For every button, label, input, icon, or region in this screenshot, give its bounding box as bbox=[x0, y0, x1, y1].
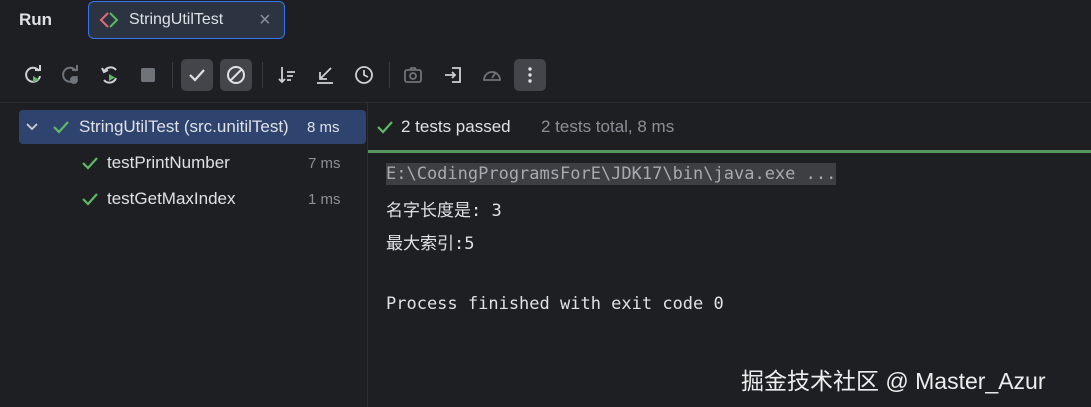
gauge-icon bbox=[483, 71, 501, 81]
check-icon bbox=[82, 157, 98, 170]
more-vertical-icon bbox=[528, 67, 532, 83]
tab-label: StringUtilTest bbox=[129, 11, 224, 28]
history-button[interactable] bbox=[348, 59, 380, 91]
toolbar-separator bbox=[389, 62, 390, 88]
history-icon bbox=[355, 66, 373, 84]
tab-stringutiltest[interactable]: StringUtilTest × bbox=[88, 1, 285, 39]
run-toolbar bbox=[0, 56, 1091, 96]
show-ignored-button[interactable] bbox=[220, 59, 252, 91]
stop-icon bbox=[141, 68, 155, 82]
tree-time: 7 ms bbox=[308, 155, 341, 172]
check-icon bbox=[189, 69, 205, 82]
ignored-icon bbox=[227, 66, 245, 84]
check-icon bbox=[377, 121, 393, 134]
chevron-down-icon[interactable] bbox=[25, 120, 39, 134]
check-icon bbox=[53, 121, 69, 134]
toolbar-separator bbox=[262, 62, 263, 88]
import-icon bbox=[445, 67, 461, 83]
run-title: Run bbox=[19, 10, 53, 29]
check-icon bbox=[82, 193, 98, 206]
import-tests-button[interactable] bbox=[437, 59, 469, 91]
console-line: Process finished with exit code 0 bbox=[386, 294, 724, 314]
sort-button[interactable] bbox=[271, 59, 303, 91]
console-line: 名字长度是: 3 bbox=[386, 201, 502, 221]
coverage-button[interactable] bbox=[476, 59, 508, 91]
collapse-button[interactable] bbox=[309, 59, 341, 91]
sort-icon bbox=[278, 67, 295, 84]
rerun-failed-icon bbox=[62, 65, 78, 84]
show-passed-button[interactable] bbox=[181, 59, 213, 91]
rerun-icon bbox=[25, 65, 41, 83]
test-results-tree: StringUtilTest (src.unitilTest) 8 ms tes… bbox=[0, 103, 367, 407]
run-tool-window-header: Run StringUtilTest × bbox=[0, 0, 1091, 44]
tree-time: 8 ms bbox=[307, 119, 340, 136]
tree-time: 1 ms bbox=[308, 191, 341, 208]
tests-total-label: 2 tests total, 8 ms bbox=[541, 117, 675, 136]
test-config-icon bbox=[99, 12, 119, 28]
camera-icon bbox=[404, 67, 422, 83]
tests-passed-label: 2 tests passed bbox=[401, 117, 511, 136]
rerun-failed-button[interactable] bbox=[54, 59, 86, 91]
tree-row-test[interactable]: testGetMaxIndex 1 ms bbox=[19, 182, 366, 216]
toggle-auto-test-button[interactable] bbox=[94, 59, 126, 91]
stop-button[interactable] bbox=[132, 59, 164, 91]
console-line-command[interactable]: E:\CodingProgramsForE\JDK17\bin\java.exe… bbox=[386, 163, 837, 185]
close-icon[interactable]: × bbox=[259, 8, 271, 32]
watermark: 掘金技术社区 @ Master_Azur bbox=[741, 368, 1046, 394]
more-options-button[interactable] bbox=[514, 59, 546, 91]
export-screenshot-button[interactable] bbox=[397, 59, 429, 91]
toggle-auto-test-icon bbox=[101, 66, 117, 84]
tree-label: testPrintNumber bbox=[107, 153, 230, 172]
test-status-bar: 2 tests passed 2 tests total, 8 ms bbox=[368, 103, 1091, 150]
console-line: 最大索引:5 bbox=[386, 234, 475, 254]
tree-label: testGetMaxIndex bbox=[107, 189, 236, 208]
tree-label: StringUtilTest (src.unitilTest) bbox=[79, 117, 289, 136]
test-progress-bar bbox=[368, 150, 1091, 153]
tree-row-test[interactable]: testPrintNumber 7 ms bbox=[19, 146, 366, 180]
tree-row-root[interactable]: StringUtilTest (src.unitilTest) 8 ms bbox=[19, 110, 366, 144]
rerun-button[interactable] bbox=[17, 59, 49, 91]
collapse-icon bbox=[317, 67, 333, 84]
toolbar-separator bbox=[172, 62, 173, 88]
